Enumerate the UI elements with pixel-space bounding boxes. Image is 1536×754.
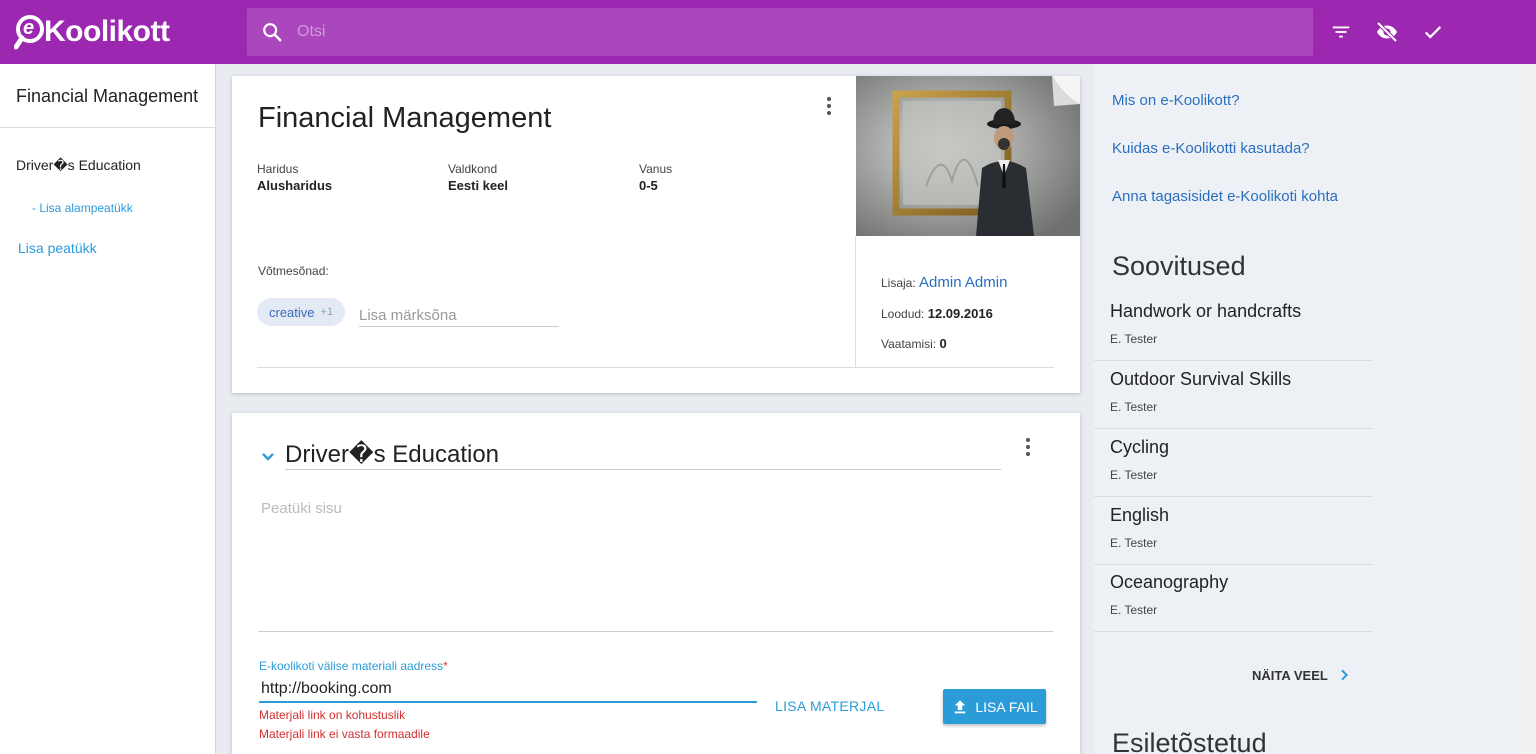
recommendation-item[interactable]: Oceanography E. Tester — [1094, 564, 1373, 632]
content-divider — [258, 631, 1053, 632]
recommendation-title: Oceanography — [1110, 572, 1229, 592]
recommendation-author: E. Tester — [1110, 400, 1158, 414]
meta-label: Haridus — [257, 162, 299, 176]
added-by-label: Lisaja: — [881, 276, 916, 290]
meta-value: 0-5 — [639, 178, 658, 193]
created-row: Loodud: 12.09.2016 — [881, 306, 993, 321]
add-file-button[interactable]: LISA FAIL — [943, 689, 1046, 724]
material-title: Financial Management — [258, 102, 552, 134]
chapter-content-input[interactable]: Peatüki sisu — [261, 500, 342, 517]
meta-age: Vanus 0-5 — [639, 162, 672, 193]
show-more-button[interactable]: NÄITA VEEL — [1252, 667, 1352, 683]
views-row: Vaatamisi: 0 — [881, 336, 947, 351]
chapter-sidebar: Financial Management Driver�s Education … — [0, 64, 216, 754]
added-by-link[interactable]: Admin Admin — [919, 274, 1007, 291]
recommendation-item[interactable]: Outdoor Survival Skills E. Tester — [1094, 361, 1373, 429]
feedback-link[interactable]: Anna tagasisidet e-Koolikoti kohta — [1112, 188, 1338, 205]
search-bar — [247, 8, 1313, 56]
sidebar-title[interactable]: Financial Management — [0, 64, 215, 128]
material-more-menu-icon[interactable] — [817, 94, 841, 118]
search-icon[interactable] — [247, 8, 297, 56]
add-file-label: LISA FAIL — [975, 698, 1038, 715]
recommendation-item[interactable]: Handwork or handcrafts E. Tester — [1094, 293, 1373, 361]
add-material-button[interactable]: LISA MATERJAL — [775, 698, 884, 714]
top-app-bar: e Koolikott — [0, 0, 1536, 64]
url-label-text: E-koolikoti välise materiali aadress — [259, 659, 444, 673]
material-thumbnail-image[interactable] — [856, 76, 1080, 236]
created-date: 12.09.2016 — [927, 306, 993, 321]
recommendation-author: E. Tester — [1110, 468, 1158, 482]
add-chapter-link[interactable]: Lisa peatükk — [18, 240, 97, 256]
meta-value: Alusharidus — [257, 178, 333, 193]
recommendation-item[interactable]: Cycling E. Tester — [1094, 429, 1373, 497]
search-input[interactable] — [297, 8, 1313, 56]
logo-mark-letter: e — [23, 17, 35, 39]
required-marker: * — [443, 659, 448, 673]
info-divider — [855, 236, 856, 367]
scrollbar[interactable] — [1520, 64, 1536, 754]
meta-domain: Valdkond Eesti keel — [448, 162, 508, 193]
chapter-title-underline — [285, 469, 1001, 470]
recommendation-author: E. Tester — [1110, 332, 1158, 346]
visibility-toggle-button[interactable] — [1364, 9, 1410, 55]
confirm-button[interactable] — [1410, 9, 1456, 55]
recommendation-title: Outdoor Survival Skills — [1110, 369, 1292, 389]
keyword-chip[interactable]: creative +1 — [257, 298, 346, 326]
sidebar-item-chapter[interactable]: Driver�s Education — [16, 157, 141, 174]
recommendation-author: E. Tester — [1110, 603, 1158, 617]
meta-label: Valdkond — [448, 162, 498, 176]
chevron-right-icon — [1341, 669, 1348, 681]
keyword-chip-text: creative — [269, 304, 315, 320]
views-count: 0 — [939, 336, 947, 351]
url-field-label: E-koolikoti välise materiali aadress* — [259, 659, 448, 673]
logo-text: Koolikott — [44, 15, 170, 48]
chevron-down-icon[interactable] — [256, 444, 280, 468]
keyword-input[interactable] — [359, 304, 559, 327]
recommendation-author: E. Tester — [1110, 536, 1158, 550]
created-label: Loodud: — [881, 307, 925, 321]
recommendations-title: Soovitused — [1112, 251, 1246, 281]
check-icon — [1424, 26, 1442, 39]
meta-education: Haridus Alusharidus — [257, 162, 332, 193]
meta-label: Vanus — [639, 162, 673, 176]
filter-button[interactable] — [1318, 9, 1364, 55]
recommendation-title: Handwork or handcrafts — [1110, 301, 1302, 321]
logo[interactable]: e Koolikott — [13, 12, 170, 52]
url-error-required: Materjali link on kohustuslik — [259, 708, 406, 722]
card-divider — [257, 367, 1054, 368]
recommendation-title: English — [1110, 505, 1170, 525]
chapter-title[interactable]: Driver�s Education — [285, 440, 499, 469]
filter-icon — [1332, 26, 1350, 38]
chapter-card: Driver�s Education Peatüki sisu E-koolik… — [232, 413, 1080, 754]
url-error-format: Materjali link ei vasta formaadile — [259, 727, 430, 741]
added-by-row: Lisaja: Admin Admin — [881, 274, 1007, 291]
keyword-chip-count: +1 — [320, 306, 334, 318]
chapter-more-menu-icon[interactable] — [1016, 435, 1040, 459]
recommendation-item[interactable]: English E. Tester — [1094, 497, 1373, 565]
material-url-input[interactable] — [259, 677, 757, 703]
recommendation-title: Cycling — [1110, 437, 1170, 457]
logo-magnifier-icon: e — [13, 13, 48, 51]
show-more-label: NÄITA VEEL — [1252, 667, 1328, 683]
toolbar-actions — [1318, 0, 1456, 64]
add-subchapter-link[interactable]: - Lisa alampeatükk — [32, 201, 133, 215]
material-header-card: Financial Management Haridus Alusharidus… — [232, 76, 1080, 393]
upload-icon — [955, 699, 966, 713]
help-link-how-to-use[interactable]: Kuidas e-Koolikotti kasutada? — [1112, 140, 1310, 157]
help-link-what-is[interactable]: Mis on e-Koolikott? — [1112, 92, 1240, 109]
right-panel: Mis on e-Koolikott? Kuidas e-Koolikotti … — [1094, 64, 1520, 754]
featured-title: Esiletõstetud — [1112, 728, 1267, 754]
views-label: Vaatamisi: — [881, 337, 937, 351]
meta-value: Eesti keel — [448, 178, 508, 193]
keywords-label: Võtmesõnad: — [258, 264, 329, 278]
visibility-off-icon — [1376, 21, 1398, 43]
